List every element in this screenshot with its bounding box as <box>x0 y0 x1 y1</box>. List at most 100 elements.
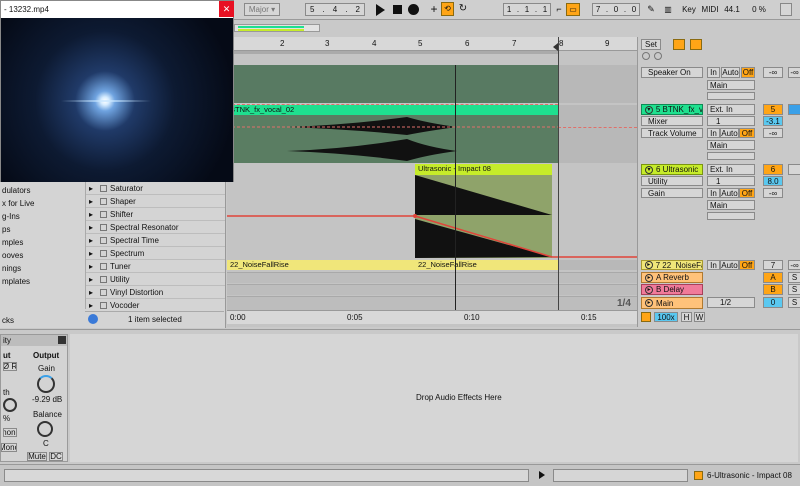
play-icon[interactable] <box>376 4 385 16</box>
video-title-bar[interactable]: - 13232.mp4 <box>1 1 233 18</box>
device-toggle-icon[interactable] <box>58 336 66 344</box>
video-window[interactable]: - 13232.mp4 ✕ <box>0 0 234 182</box>
add-icon[interactable]: + <box>428 2 440 16</box>
track-header-noise[interactable]: ▸ 7 22_NoiseFa <box>641 260 703 270</box>
track-header-main[interactable]: ▸ Main <box>641 297 703 309</box>
track-header-vocal[interactable]: ▾ 5 BTNK_fx_v <box>641 104 703 115</box>
width-knob[interactable] <box>3 398 17 412</box>
draw-mode-icon[interactable]: ✎ <box>646 3 656 16</box>
input-type-2[interactable]: Ext. In <box>707 104 755 115</box>
solo-main[interactable]: S <box>788 297 800 308</box>
dc-button[interactable]: DC <box>49 452 63 461</box>
return-lane-reverb[interactable] <box>227 272 637 283</box>
track-device-select[interactable]: Speaker On <box>641 67 703 78</box>
expand-icon[interactable]: ▸ <box>89 301 97 310</box>
zoom-percent[interactable]: 100x <box>654 312 678 322</box>
return-letter-b[interactable]: B <box>763 284 783 295</box>
expand-icon[interactable]: ▸ <box>89 236 97 245</box>
device-select-3[interactable]: Utility <box>641 176 703 186</box>
info-icon[interactable] <box>88 314 98 324</box>
category-item[interactable]: mples <box>2 238 23 247</box>
channel-select-2[interactable]: 1 <box>707 116 755 126</box>
list-item[interactable]: ▸ Vinyl Distortion <box>86 286 225 299</box>
track-number-3[interactable]: 6 <box>763 164 783 175</box>
status-right-field[interactable] <box>553 469 688 482</box>
param-select-3[interactable]: Gain <box>641 188 703 198</box>
solo-3[interactable] <box>788 164 800 175</box>
solo-a[interactable]: S <box>788 272 800 283</box>
play-preview-icon[interactable] <box>539 471 545 479</box>
send-1[interactable]: -∞ <box>788 67 800 78</box>
clip-noise-b[interactable]: 22_NoiseFallRise <box>415 260 558 270</box>
list-item[interactable]: ▸ Saturator <box>86 182 225 195</box>
category-item[interactable]: ps <box>2 225 10 234</box>
mixer-toggle[interactable] <box>641 312 651 322</box>
category-item[interactable]: dulators <box>2 186 30 195</box>
track-header-delay[interactable]: ▸ B Delay <box>641 284 703 295</box>
input-select-1[interactable] <box>707 92 755 100</box>
send-2[interactable]: -∞ <box>763 128 783 138</box>
record-icon[interactable] <box>408 4 419 15</box>
gain-automation[interactable] <box>227 164 637 258</box>
status-field[interactable] <box>4 469 529 482</box>
list-item[interactable]: ▸ Spectrum <box>86 247 225 260</box>
list-item[interactable]: ▸ Tuner <box>86 260 225 273</box>
clip-noise-a[interactable]: 22_NoiseFallRise <box>227 260 415 270</box>
expand-icon[interactable]: ▸ <box>89 210 97 219</box>
lock-button[interactable] <box>690 39 702 50</box>
close-icon[interactable]: ✕ <box>219 1 234 17</box>
list-item[interactable]: ▸ Shaper <box>86 195 225 208</box>
solo-b[interactable]: S <box>788 284 800 295</box>
punch-icon[interactable]: ⌐ <box>553 3 565 16</box>
device-select-2[interactable]: Mixer <box>641 116 703 126</box>
track-number-4[interactable]: 7 <box>763 260 783 270</box>
follow-button[interactable] <box>673 39 685 50</box>
solo-2[interactable] <box>788 104 800 115</box>
key-map-button[interactable]: Key <box>678 3 700 16</box>
h-button[interactable]: H <box>681 312 692 322</box>
output-route-2[interactable]: Main <box>707 140 755 150</box>
category-item[interactable]: x for Live <box>2 199 34 208</box>
expand-icon[interactable]: ▸ <box>89 184 97 193</box>
blank-select-2[interactable] <box>707 152 755 160</box>
list-item[interactable]: ▸ Spectral Time <box>86 234 225 247</box>
loop-toggle-button[interactable]: ▭ <box>566 3 580 16</box>
time-signature[interactable]: 5. 4. 2 <box>305 3 365 16</box>
return-lane-delay[interactable] <box>227 284 637 295</box>
track-lane-speaker[interactable] <box>227 65 558 103</box>
expand-icon[interactable]: ▸ <box>89 249 97 258</box>
category-item[interactable]: ooves <box>2 251 23 260</box>
blank-select-3[interactable] <box>707 212 755 220</box>
nav-right-icon[interactable] <box>654 52 662 60</box>
gain-knob[interactable] <box>37 375 55 393</box>
expand-icon[interactable]: ▸ <box>89 223 97 232</box>
track-fold-icon[interactable]: ▸ <box>645 261 653 269</box>
nav-left-icon[interactable] <box>642 52 650 60</box>
volume-1[interactable]: -∞ <box>763 67 783 78</box>
send-3[interactable]: -∞ <box>763 188 783 198</box>
clip-vocal[interactable]: BTNK_fx_vocal_02 <box>227 105 558 115</box>
loop-length-display[interactable]: 7. 0. 0 <box>592 3 640 16</box>
output-route-3[interactable]: Main <box>707 200 755 210</box>
arrangement-overview[interactable] <box>234 24 320 32</box>
drop-zone[interactable]: Drop Audio Effects Here <box>70 334 798 462</box>
loop-icon[interactable]: ↻ <box>457 2 469 16</box>
automation-arm-icon[interactable]: ⟲ <box>441 2 454 16</box>
stop-icon[interactable] <box>393 5 402 14</box>
volume-value-2[interactable]: -3.1 <box>763 116 783 126</box>
expand-icon[interactable]: ▸ <box>89 197 97 206</box>
balance-knob[interactable] <box>37 421 53 437</box>
w-button[interactable]: W <box>694 312 705 322</box>
list-item[interactable]: ▸ Shifter <box>86 208 225 221</box>
channel-select-3[interactable]: 1 <box>707 176 755 186</box>
mono-button[interactable]: Mono <box>1 443 17 452</box>
expand-icon[interactable]: ▸ <box>89 275 97 284</box>
track-header-reverb[interactable]: ▸ A Reverb <box>641 272 703 283</box>
list-item[interactable]: ▸ Vocoder <box>86 299 225 311</box>
set-button[interactable]: Set <box>641 39 661 50</box>
expand-icon[interactable]: ▸ <box>89 288 97 297</box>
list-item[interactable]: ▸ Utility <box>86 273 225 286</box>
track-fold-icon[interactable]: ▸ <box>645 273 653 282</box>
beat-ruler[interactable]: 2 3 4 5 6 7 8 9 <box>227 37 637 51</box>
send-4[interactable]: -∞ <box>788 260 800 270</box>
